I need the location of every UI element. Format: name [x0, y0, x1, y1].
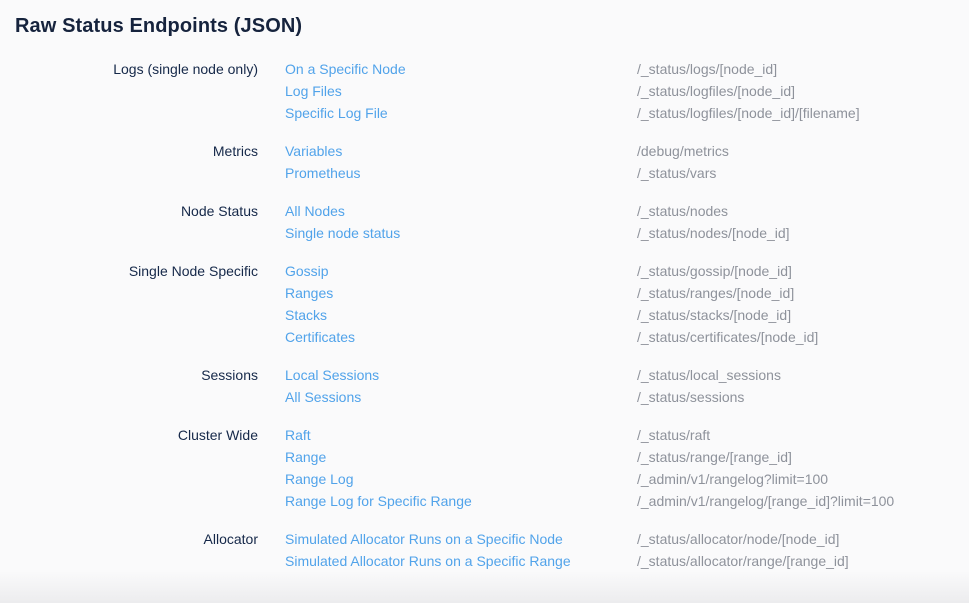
- endpoint-link[interactable]: Range: [285, 446, 637, 468]
- endpoint-section: Single Node Specific Gossip /_status/gos…: [14, 260, 969, 348]
- page-title: Raw Status Endpoints (JSON): [15, 13, 969, 39]
- endpoint-rows: On a Specific Node /_status/logs/[node_i…: [285, 58, 969, 124]
- endpoint-category: Node Status: [14, 200, 258, 222]
- endpoint-link[interactable]: Range Log: [285, 468, 637, 490]
- endpoint-rows: Simulated Allocator Runs on a Specific N…: [285, 528, 969, 572]
- endpoint-link[interactable]: Prometheus: [285, 162, 637, 184]
- endpoint-category: Allocator: [14, 528, 258, 550]
- endpoint-path: /_status/nodes: [637, 200, 728, 222]
- endpoint-path: /_status/nodes/[node_id]: [637, 222, 790, 244]
- endpoint-path: /_status/logfiles/[node_id]/[filename]: [637, 102, 860, 124]
- endpoint-row: Single node status /_status/nodes/[node_…: [285, 222, 969, 244]
- endpoint-row: Raft /_status/raft: [285, 424, 969, 446]
- endpoint-link[interactable]: Log Files: [285, 80, 637, 102]
- endpoint-category: Sessions: [14, 364, 258, 386]
- endpoint-rows: Raft /_status/raft Range /_status/range/…: [285, 424, 969, 512]
- endpoint-path: /_status/gossip/[node_id]: [637, 260, 792, 282]
- endpoint-row: Range Log /_admin/v1/rangelog?limit=100: [285, 468, 969, 490]
- endpoint-row: Local Sessions /_status/local_sessions: [285, 364, 969, 386]
- endpoint-category: Cluster Wide: [14, 424, 258, 446]
- endpoint-path: /_status/local_sessions: [637, 364, 781, 386]
- debug-page: { "page": { "title": "Raw Status Endpoin…: [0, 0, 969, 603]
- endpoint-section: Metrics Variables /debug/metrics Prometh…: [14, 140, 969, 184]
- endpoint-link[interactable]: All Sessions: [285, 386, 637, 408]
- endpoint-path: /debug/metrics: [637, 140, 729, 162]
- endpoint-category: Metrics: [14, 140, 258, 162]
- endpoint-section: Node Status All Nodes /_status/nodes Sin…: [14, 200, 969, 244]
- endpoint-row: Gossip /_status/gossip/[node_id]: [285, 260, 969, 282]
- endpoint-row: Specific Log File /_status/logfiles/[nod…: [285, 102, 969, 124]
- endpoint-link[interactable]: Local Sessions: [285, 364, 637, 386]
- endpoint-row: Range /_status/range/[range_id]: [285, 446, 969, 468]
- endpoint-path: /_status/certificates/[node_id]: [637, 326, 818, 348]
- endpoint-rows: All Nodes /_status/nodes Single node sta…: [285, 200, 969, 244]
- endpoint-row: Certificates /_status/certificates/[node…: [285, 326, 969, 348]
- endpoint-path: /_status/allocator/node/[node_id]: [637, 528, 839, 550]
- endpoint-link[interactable]: Certificates: [285, 326, 637, 348]
- endpoint-link[interactable]: Simulated Allocator Runs on a Specific R…: [285, 550, 637, 572]
- endpoint-path: /_status/stacks/[node_id]: [637, 304, 791, 326]
- endpoint-row: Prometheus /_status/vars: [285, 162, 969, 184]
- endpoint-row: Stacks /_status/stacks/[node_id]: [285, 304, 969, 326]
- endpoint-link[interactable]: On a Specific Node: [285, 58, 637, 80]
- page-bottom-fade: [0, 571, 969, 603]
- endpoint-section: Sessions Local Sessions /_status/local_s…: [14, 364, 969, 408]
- endpoint-link[interactable]: Variables: [285, 140, 637, 162]
- endpoint-path: /_status/range/[range_id]: [637, 446, 792, 468]
- endpoint-row: Log Files /_status/logfiles/[node_id]: [285, 80, 969, 102]
- endpoint-link[interactable]: Gossip: [285, 260, 637, 282]
- endpoint-path: /_admin/v1/rangelog/[range_id]?limit=100: [637, 490, 894, 512]
- page-content: Raw Status Endpoints (JSON) Logs (single…: [0, 0, 969, 572]
- endpoint-path: /_status/vars: [637, 162, 716, 184]
- endpoint-row: All Sessions /_status/sessions: [285, 386, 969, 408]
- endpoint-section: Logs (single node only) On a Specific No…: [14, 58, 969, 124]
- endpoint-section: Cluster Wide Raft /_status/raft Range /_…: [14, 424, 969, 512]
- endpoint-link[interactable]: Ranges: [285, 282, 637, 304]
- endpoint-link[interactable]: Simulated Allocator Runs on a Specific N…: [285, 528, 637, 550]
- endpoint-row: Ranges /_status/ranges/[node_id]: [285, 282, 969, 304]
- endpoint-category: Logs (single node only): [14, 58, 258, 80]
- endpoint-rows: Local Sessions /_status/local_sessions A…: [285, 364, 969, 408]
- endpoint-rows: Gossip /_status/gossip/[node_id] Ranges …: [285, 260, 969, 348]
- endpoint-path: /_status/allocator/range/[range_id]: [637, 550, 849, 572]
- endpoint-link[interactable]: All Nodes: [285, 200, 637, 222]
- endpoint-link[interactable]: Range Log for Specific Range: [285, 490, 637, 512]
- endpoints-list: Logs (single node only) On a Specific No…: [14, 58, 969, 572]
- endpoint-row: Simulated Allocator Runs on a Specific R…: [285, 550, 969, 572]
- endpoint-section: Allocator Simulated Allocator Runs on a …: [14, 528, 969, 572]
- endpoint-row: Range Log for Specific Range /_admin/v1/…: [285, 490, 969, 512]
- endpoint-row: Variables /debug/metrics: [285, 140, 969, 162]
- endpoint-category: Single Node Specific: [14, 260, 258, 282]
- endpoint-path: /_status/logs/[node_id]: [637, 58, 777, 80]
- endpoint-link[interactable]: Single node status: [285, 222, 637, 244]
- endpoint-rows: Variables /debug/metrics Prometheus /_st…: [285, 140, 969, 184]
- endpoint-link[interactable]: Specific Log File: [285, 102, 637, 124]
- endpoint-path: /_admin/v1/rangelog?limit=100: [637, 468, 828, 490]
- endpoint-path: /_status/logfiles/[node_id]: [637, 80, 795, 102]
- endpoint-row: On a Specific Node /_status/logs/[node_i…: [285, 58, 969, 80]
- endpoint-row: Simulated Allocator Runs on a Specific N…: [285, 528, 969, 550]
- endpoint-path: /_status/ranges/[node_id]: [637, 282, 794, 304]
- endpoint-row: All Nodes /_status/nodes: [285, 200, 969, 222]
- endpoint-path: /_status/sessions: [637, 386, 744, 408]
- endpoint-link[interactable]: Raft: [285, 424, 637, 446]
- endpoint-link[interactable]: Stacks: [285, 304, 637, 326]
- endpoint-path: /_status/raft: [637, 424, 710, 446]
